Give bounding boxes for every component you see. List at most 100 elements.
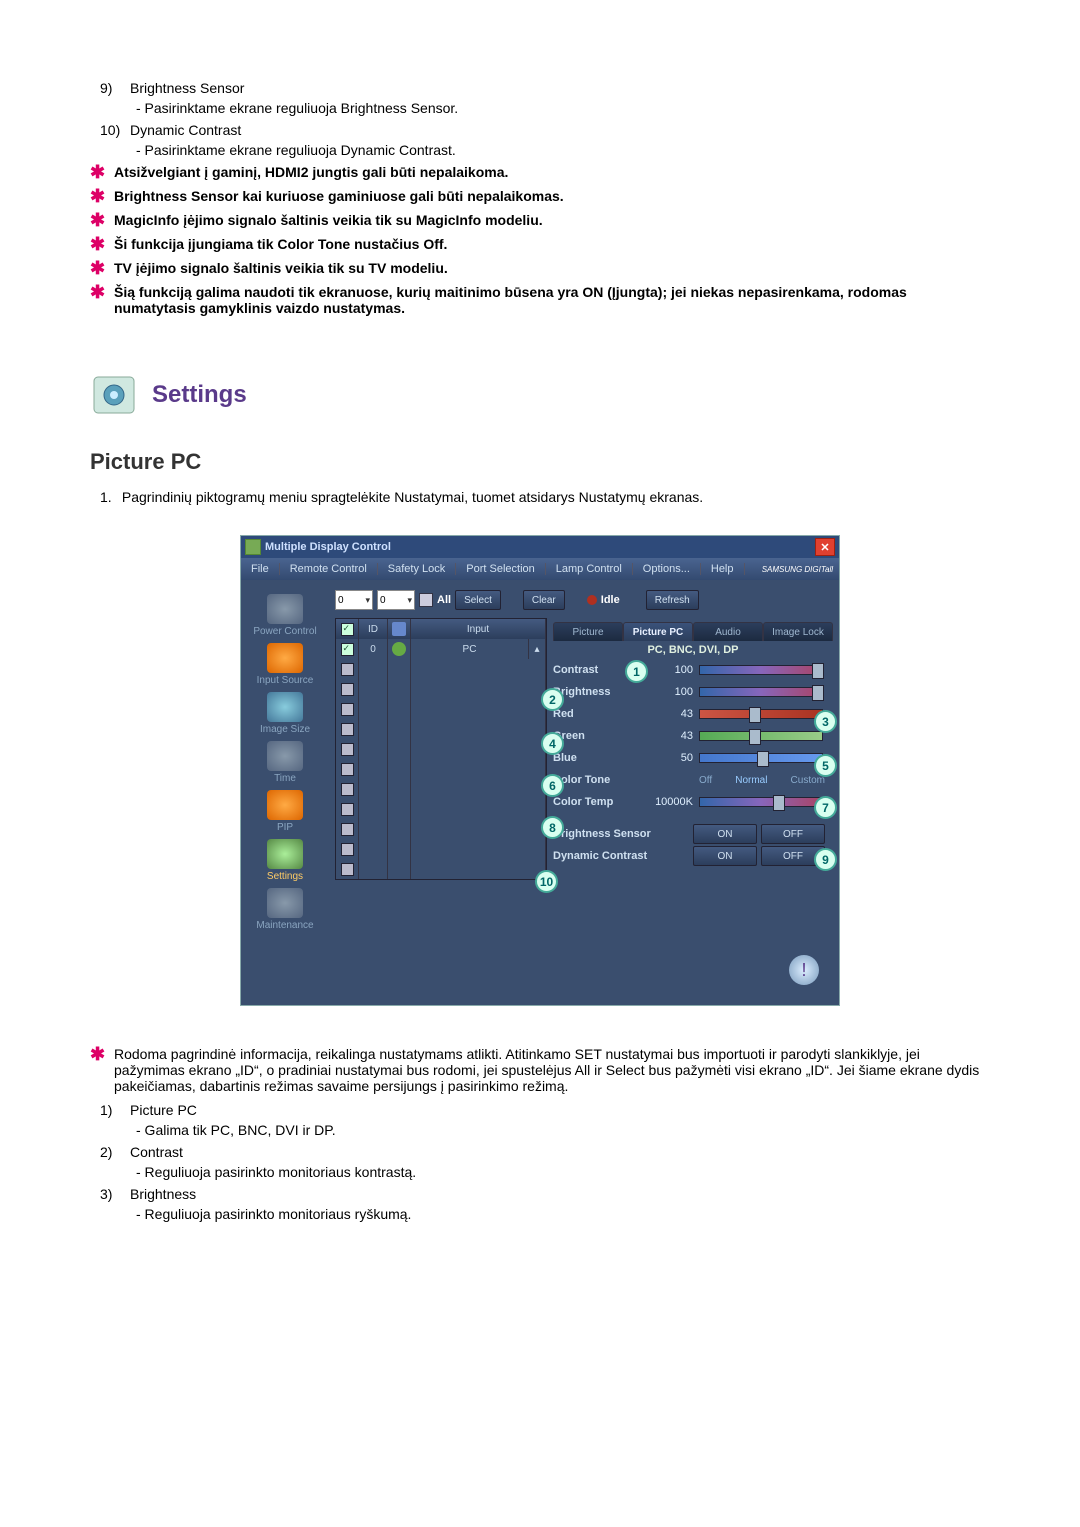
item-title: Brightness Sensor <box>130 80 990 96</box>
main-area: Power Control Input Source Image Size Ti… <box>241 580 839 945</box>
star-icon: ✱ <box>90 188 114 204</box>
sidebar-item-input[interactable]: Input Source <box>241 643 329 686</box>
table-row[interactable] <box>336 779 546 799</box>
callout-9: 9 <box>814 848 837 871</box>
row-check[interactable] <box>341 763 354 776</box>
sidebar-item-time[interactable]: Time <box>241 741 329 784</box>
table-row[interactable] <box>336 839 546 859</box>
close-icon[interactable]: ✕ <box>815 538 835 556</box>
tab-picture[interactable]: Picture <box>553 622 623 641</box>
sidebar-item-settings[interactable]: Settings <box>241 839 329 882</box>
item-number: 2) <box>100 1144 130 1180</box>
note: ✱Rodoma pagrindinė informacija, reikalin… <box>90 1046 990 1094</box>
star-icon: ✱ <box>90 260 114 276</box>
row-check[interactable] <box>341 683 354 696</box>
table-row[interactable] <box>336 799 546 819</box>
intro-line: 1. Pagrindinių piktogramų meniu spragtel… <box>100 489 990 505</box>
table-row[interactable] <box>336 739 546 759</box>
sidebar-item-maintenance[interactable]: Maintenance <box>241 888 329 931</box>
callout-4: 4 <box>541 732 564 755</box>
lower-notes: ✱Rodoma pagrindinė informacija, reikalin… <box>90 1046 990 1094</box>
callout-7: 7 <box>814 796 837 819</box>
item-number: 1) <box>100 1102 130 1138</box>
checkbox-all[interactable] <box>419 593 433 607</box>
workspace: 0 0 All Select Clear Idle Refresh ID <box>329 580 839 945</box>
bsensor-off-button[interactable]: OFF <box>761 824 825 844</box>
settings-title: Settings <box>152 381 247 409</box>
green-slider[interactable] <box>699 731 823 741</box>
param-brightness: Brightness100 <box>553 681 833 703</box>
window-title: Multiple Display Control <box>265 541 391 553</box>
sidebar-item-power[interactable]: Power Control <box>241 594 329 637</box>
menu-options[interactable]: Options... <box>633 563 701 575</box>
note: ✱Ši funkcija įjungiama tik Color Tone nu… <box>90 236 990 252</box>
select-button[interactable]: Select <box>455 590 501 610</box>
menu-help[interactable]: Help <box>701 563 745 575</box>
table-row[interactable] <box>336 859 546 879</box>
table-row[interactable] <box>336 699 546 719</box>
label-all: All <box>437 594 451 606</box>
scroll-up-icon[interactable]: ▴ <box>529 639 546 659</box>
table-row[interactable] <box>336 719 546 739</box>
clear-button[interactable]: Clear <box>523 590 565 610</box>
table-row[interactable]: 0 PC ▴ <box>336 639 546 659</box>
table-row[interactable] <box>336 819 546 839</box>
spinner-b[interactable]: 0 <box>377 590 415 610</box>
menu-lamp[interactable]: Lamp Control <box>546 563 633 575</box>
tab-audio[interactable]: Audio <box>693 622 763 641</box>
callout-3: 3 <box>814 710 837 733</box>
item-number: 10) <box>100 122 130 158</box>
star-icon: ✱ <box>90 236 114 252</box>
row-check[interactable] <box>341 663 354 676</box>
sidebar-item-pip[interactable]: PIP <box>241 790 329 833</box>
intro-text: Pagrindinių piktogramų meniu spragtelėki… <box>122 489 703 505</box>
menu-remote[interactable]: Remote Control <box>280 563 378 575</box>
table-row[interactable] <box>336 659 546 679</box>
menu-file[interactable]: File <box>241 563 280 575</box>
menu-port[interactable]: Port Selection <box>456 563 545 575</box>
note: ✱MagicInfo įėjimo signalo šaltinis veiki… <box>90 212 990 228</box>
list-item-10: 10) Dynamic Contrast - Pasirinktame ekra… <box>100 122 990 158</box>
star-icon: ✱ <box>90 1046 114 1094</box>
row-check[interactable] <box>341 783 354 796</box>
row-check[interactable] <box>341 703 354 716</box>
row-check[interactable] <box>341 803 354 816</box>
tab-image-lock[interactable]: Image Lock <box>763 622 833 641</box>
item-title: Contrast <box>130 1144 990 1160</box>
tab-picture-pc[interactable]: Picture PC <box>623 622 693 641</box>
colortone-select[interactable]: OffNormalCustom <box>699 775 833 786</box>
dcontrast-on-button[interactable]: ON <box>693 846 757 866</box>
table-row[interactable] <box>336 679 546 699</box>
info-icon[interactable]: ! <box>789 955 819 985</box>
red-slider[interactable] <box>699 709 823 719</box>
row-check[interactable] <box>341 643 354 656</box>
row-check[interactable] <box>341 823 354 836</box>
item-sub: - Pasirinktame ekrane reguliuoja Dynamic… <box>136 142 990 158</box>
top-controls: 0 0 All Select Clear Idle Refresh <box>335 590 833 610</box>
row-check[interactable] <box>341 723 354 736</box>
contrast-slider[interactable] <box>699 665 823 675</box>
table-row[interactable] <box>336 759 546 779</box>
intro-num: 1. <box>100 489 118 505</box>
check-icon <box>341 623 354 636</box>
param-contrast: Contrast100 <box>553 659 833 681</box>
brand-logo: SAMSUNG DIGITall <box>762 565 833 574</box>
sidebar-item-image[interactable]: Image Size <box>241 692 329 735</box>
notes-list: ✱Atsižvelgiant į gaminį, HDMI2 jungtis g… <box>90 164 990 316</box>
status-dot-icon <box>587 595 597 605</box>
row-check[interactable] <box>341 743 354 756</box>
brightness-slider[interactable] <box>699 687 823 697</box>
titlebar[interactable]: Multiple Display Control ✕ <box>241 536 839 558</box>
bsensor-on-button[interactable]: ON <box>693 824 757 844</box>
row-check[interactable] <box>341 863 354 876</box>
blue-slider[interactable] <box>699 753 823 763</box>
list-item: 3) Brightness- Reguliuoja pasirinkto mon… <box>100 1186 990 1222</box>
refresh-button[interactable]: Refresh <box>646 590 699 610</box>
spinner-a[interactable]: 0 <box>335 590 373 610</box>
row-check[interactable] <box>341 843 354 856</box>
item-title: Picture PC <box>130 1102 990 1118</box>
settings-icon <box>267 839 303 869</box>
menu-safety[interactable]: Safety Lock <box>378 563 456 575</box>
colortemp-slider[interactable] <box>699 797 823 807</box>
lower-list: 1) Picture PC- Galima tik PC, BNC, DVI i… <box>100 1102 990 1222</box>
